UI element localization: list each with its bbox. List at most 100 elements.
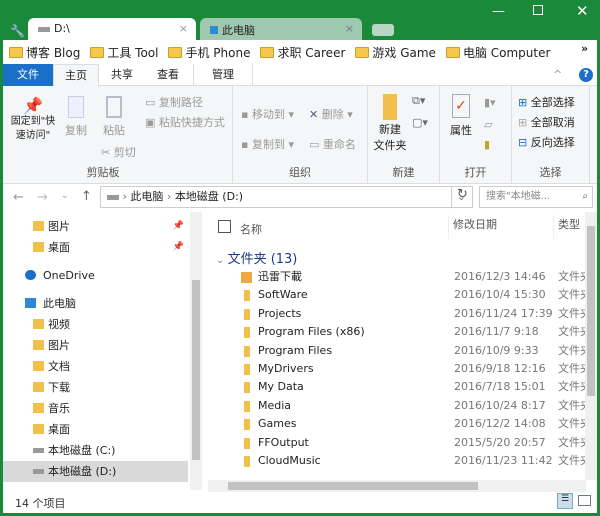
file-row[interactable]: MyDrivers 2016/9/18 12:16 文件夹: [208, 360, 586, 378]
file-row[interactable]: FFOutput 2015/5/20 20:57 文件夹: [208, 434, 586, 452]
folder-icon: [244, 419, 250, 431]
breadcrumb-this-pc[interactable]: 此电脑: [130, 190, 163, 203]
select-all-checkbox[interactable]: [218, 220, 231, 233]
folder-icon: [241, 272, 252, 283]
bookmark-career[interactable]: 求职 Career: [260, 44, 345, 61]
group-header[interactable]: ⌄ 文件夹 (13): [216, 248, 297, 267]
invert-selection-button[interactable]: ⊟ 反向选择: [518, 134, 575, 150]
close-tab-icon[interactable]: ×: [345, 22, 354, 35]
new-item-button[interactable]: ⧉▾: [412, 94, 425, 108]
breadcrumb-d-drive[interactable]: 本地磁盘 (D:): [175, 190, 243, 203]
bookmark-phone[interactable]: 手机 Phone: [168, 44, 250, 61]
edit-button[interactable]: ▱: [484, 118, 492, 131]
address-bar[interactable]: › 此电脑 › 本地磁盘 (D:) ⌄: [100, 186, 473, 208]
nav-item-onedrive[interactable]: OneDrive: [3, 265, 188, 286]
folder-icon: [383, 94, 397, 120]
back-button[interactable]: ←: [13, 190, 24, 205]
nav-item-desktop-pinned[interactable]: 桌面 📌: [3, 237, 188, 258]
tab-share[interactable]: 共享: [99, 64, 145, 86]
search-input[interactable]: 搜索"本地磁... ⌕: [479, 186, 593, 208]
bookmark-game[interactable]: 游戏 Game: [355, 44, 436, 61]
file-row[interactable]: SoftWare 2016/10/4 15:30 文件夹: [208, 286, 586, 304]
paste-button[interactable]: 粘贴: [99, 96, 129, 138]
nav-item-pictures-pinned[interactable]: 图片 📌: [3, 216, 188, 237]
file-row[interactable]: Projects 2016/11/24 17:39 文件夹: [208, 305, 586, 323]
nav-item-pictures[interactable]: 图片: [3, 335, 188, 356]
new-tab-button[interactable]: [372, 24, 394, 36]
nav-item-drive-d[interactable]: 本地磁盘 (D:): [3, 461, 188, 482]
rename-button[interactable]: ▭ 重命名: [309, 136, 356, 152]
easy-access-button[interactable]: ▢▾: [412, 116, 428, 129]
chevron-down-icon: ⌄: [216, 255, 228, 266]
bookmark-computer[interactable]: 电脑 Computer: [445, 44, 550, 61]
large-icons-view-button[interactable]: [578, 495, 591, 506]
select-all-button[interactable]: ⊞ 全部选择: [518, 94, 575, 110]
file-row[interactable]: 迅雷下載 2016/12/3 14:46 文件夹: [208, 268, 586, 286]
downloads-icon: [33, 382, 44, 392]
folder-icon: [244, 345, 250, 357]
file-row[interactable]: My Data 2016/7/18 15:01 文件夹: [208, 378, 586, 396]
recent-locations-button[interactable]: ⌄: [61, 191, 69, 201]
nav-item-drive-c[interactable]: 本地磁盘 (C:): [3, 440, 188, 461]
folder-icon: [9, 46, 23, 58]
paste-shortcut-button[interactable]: ▣ 粘贴快捷方式: [145, 114, 225, 130]
refresh-button[interactable]: ↻: [451, 187, 473, 207]
folder-icon: [244, 364, 250, 375]
nav-scrollbar[interactable]: [190, 212, 202, 490]
copy-button[interactable]: 复制: [63, 96, 89, 138]
open-button[interactable]: ▮▾: [484, 96, 496, 109]
forward-button[interactable]: →: [37, 190, 48, 205]
bookmark-blog[interactable]: 博客 Blog: [9, 44, 80, 61]
clipboard-group: 📌 固定到"快速访问" 复制 粘贴 ▭ 复制路径 ▣ 粘贴快捷方式 ✂ 剪切 剪…: [3, 86, 233, 184]
close-button[interactable]: ✕: [576, 2, 589, 20]
tab-d-drive[interactable]: D:\ ×: [28, 18, 196, 40]
desktop-icon: [33, 424, 44, 434]
nav-item-documents[interactable]: 文档: [3, 356, 188, 377]
tab-home[interactable]: 主页: [53, 64, 99, 87]
copy-path-button[interactable]: ▭ 复制路径: [145, 94, 203, 110]
help-icon[interactable]: ?: [579, 68, 593, 82]
up-button[interactable]: ↑: [81, 189, 92, 204]
properties-button[interactable]: ✓ 属性: [446, 94, 476, 138]
delete-button[interactable]: ✕ 删除 ▾: [309, 106, 353, 122]
new-folder-button[interactable]: 新建 文件夹: [372, 94, 408, 154]
bookmarks-more-button[interactable]: »: [581, 42, 588, 55]
pictures-icon: [33, 340, 44, 350]
file-row[interactable]: CloudMusic 2016/11/23 11:42 文件夹: [208, 452, 586, 470]
details-view-button[interactable]: ☰: [557, 493, 573, 509]
folder-icon: [244, 400, 250, 412]
tab-this-pc[interactable]: 此电脑 ×: [200, 18, 362, 40]
close-tab-icon[interactable]: ×: [179, 22, 188, 35]
cut-button[interactable]: ✂ 剪切: [101, 144, 136, 160]
pin-quick-access-button[interactable]: 📌 固定到"快速访问": [7, 96, 59, 143]
horizontal-scrollbar[interactable]: [208, 480, 586, 492]
file-row[interactable]: Program Files 2016/10/9 9:33 文件夹: [208, 342, 586, 360]
nav-item-this-pc[interactable]: 此电脑: [3, 293, 188, 314]
file-row[interactable]: Games 2016/12/2 14:08 文件夹: [208, 415, 586, 433]
maximize-button[interactable]: [533, 5, 543, 15]
file-row[interactable]: Media 2016/10/24 8:17 文件夹: [208, 397, 586, 415]
tab-view[interactable]: 查看: [145, 64, 191, 86]
file-list: 名称 修改日期 类型 ⌄ 文件夹 (13) 迅雷下載 2016/12/3 14:4…: [208, 212, 597, 492]
move-to-button[interactable]: ▪ 移动到 ▾: [241, 106, 294, 122]
column-type[interactable]: 类型: [553, 215, 580, 239]
collapse-ribbon-icon[interactable]: ^: [553, 68, 562, 81]
tab-manage[interactable]: 管理: [193, 64, 253, 86]
bookmark-tool[interactable]: 工具 Tool: [90, 44, 158, 61]
wrench-icon[interactable]: 🔧: [10, 24, 25, 38]
column-date[interactable]: 修改日期: [448, 215, 497, 239]
nav-item-music[interactable]: 音乐: [3, 398, 188, 419]
history-button[interactable]: ▮: [484, 138, 490, 151]
nav-item-desktop[interactable]: 桌面: [3, 419, 188, 440]
copy-to-button[interactable]: ▪ 复制到 ▾: [241, 136, 294, 152]
nav-item-downloads[interactable]: 下载: [3, 377, 188, 398]
nav-item-videos[interactable]: 视频: [3, 314, 188, 335]
column-header: 名称 修改日期 类型: [208, 212, 586, 242]
minimize-button[interactable]: —: [492, 4, 505, 19]
vertical-scrollbar[interactable]: [585, 212, 597, 480]
tab-file[interactable]: 文件: [3, 64, 53, 86]
organize-group: ▪ 移动到 ▾ ▪ 复制到 ▾ ✕ 删除 ▾ ▭ 重命名 组织: [233, 86, 368, 184]
column-name[interactable]: 名称: [240, 221, 262, 237]
file-row[interactable]: Program Files (x86) 2016/11/7 9:18 文件夹: [208, 323, 586, 341]
select-none-button[interactable]: ⊞ 全部取消: [518, 114, 575, 130]
